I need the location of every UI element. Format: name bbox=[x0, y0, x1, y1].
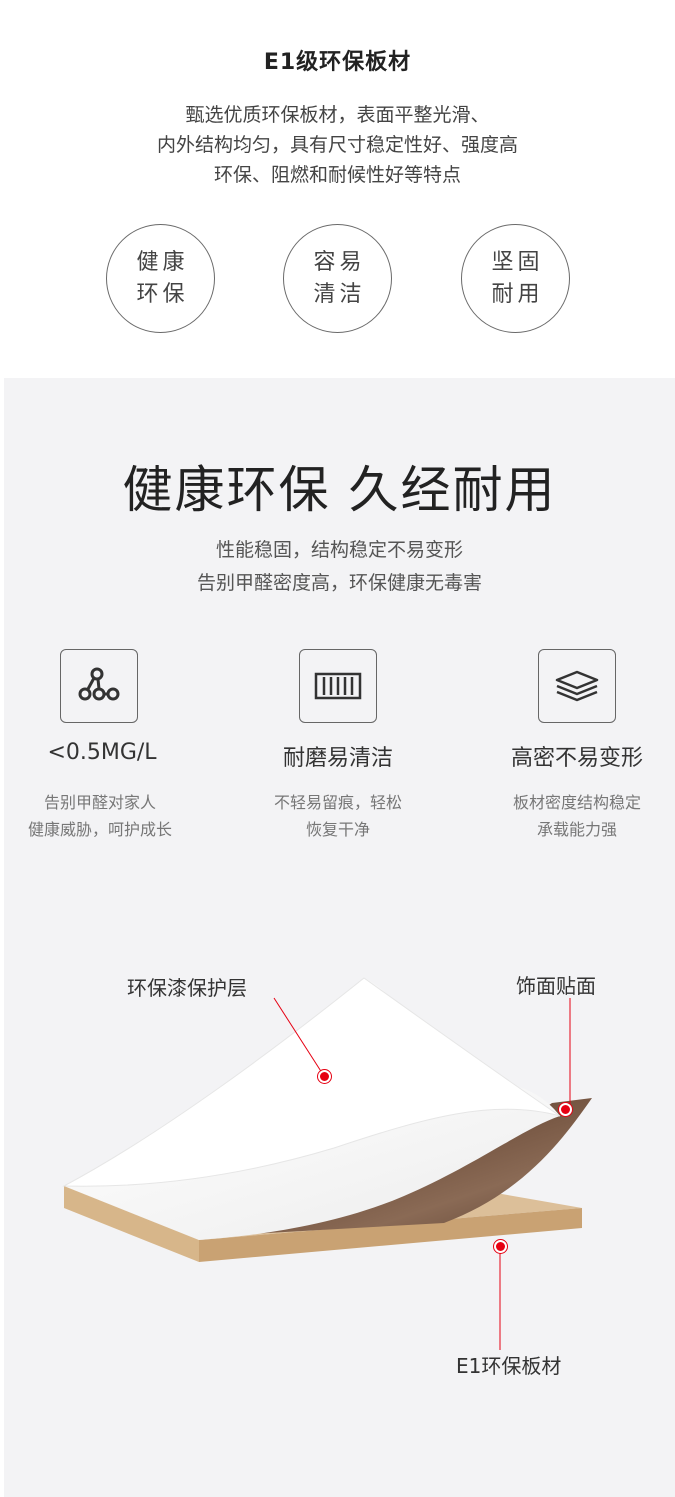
molecule-icon bbox=[78, 667, 120, 701]
lacquer-label: 环保漆保护层 bbox=[127, 976, 247, 1000]
circle-badge-clean: 容易 清洁 bbox=[283, 224, 392, 333]
description-line: 性能稳固，结构稳定不易变形 bbox=[215, 539, 463, 561]
feature-description: 板材密度结构稳定 承载能力强 bbox=[467, 789, 675, 843]
description-line: 环保、阻燃和耐候性好等特点 bbox=[213, 164, 461, 186]
feature-description: 不轻易留痕，轻松 恢复干净 bbox=[228, 789, 448, 843]
feature-title: 高密不易变形 bbox=[510, 746, 643, 771]
main-description: 性能稳固，结构稳定不易变形 告别甲醛密度高，环保健康无毒害 bbox=[4, 534, 675, 600]
molecule-icon-box bbox=[60, 649, 138, 723]
badge-text: 清洁 bbox=[313, 281, 366, 307]
section-description: 甄选优质环保板材，表面平整光滑、 内外结构均匀，具有尺寸稳定性好、强度高 环保、… bbox=[0, 100, 675, 190]
main-title: 健康环保 久经耐用 bbox=[122, 461, 557, 519]
badge-text: 容易 bbox=[313, 249, 366, 275]
circle-badge-durable: 坚固 耐用 bbox=[461, 224, 570, 333]
feature-desc-line: 健康威胁，呵护成长 bbox=[27, 820, 172, 839]
top-section: E1级环保板材 甄选优质环保板材，表面平整光滑、 内外结构均匀，具有尺寸稳定性好… bbox=[0, 0, 675, 378]
layers-icon bbox=[555, 670, 599, 702]
board-layer-diagram: 环保漆保护层 饰面贴面 E1环保板材 bbox=[4, 938, 675, 1478]
board-illustration bbox=[62, 977, 592, 1350]
feature-description: 告别甲醛对家人 健康威胁，呵护成长 bbox=[0, 789, 210, 843]
section-title: E1级环保板材 bbox=[263, 50, 412, 75]
description-line: 告别甲醛密度高，环保健康无毒害 bbox=[196, 572, 482, 594]
description-line: 甄选优质环保板材，表面平整光滑、 bbox=[185, 104, 490, 126]
veneer-label: 饰面贴面 bbox=[516, 974, 596, 998]
feature-desc-line: 恢复干净 bbox=[305, 820, 370, 839]
badge-text: 坚固 bbox=[491, 249, 544, 275]
layers-icon-box bbox=[538, 649, 616, 723]
feature-desc-line: 板材密度结构稳定 bbox=[512, 793, 641, 812]
badge-text: 健康 bbox=[136, 249, 189, 275]
board-label: E1环保板材 bbox=[456, 1354, 562, 1378]
circle-badge-health: 健康 环保 bbox=[106, 224, 215, 333]
lacquer-marker bbox=[318, 1070, 331, 1083]
board-grid-icon bbox=[314, 672, 362, 700]
feature-title: <0.5MG/L bbox=[47, 740, 157, 765]
badge-text: 耐用 bbox=[491, 281, 544, 307]
feature-desc-line: 告别甲醛对家人 bbox=[43, 793, 156, 812]
description-line: 内外结构均匀，具有尺寸稳定性好、强度高 bbox=[156, 134, 518, 156]
board-grid-icon-box bbox=[299, 649, 377, 723]
veneer-marker bbox=[559, 1103, 572, 1116]
board-marker bbox=[494, 1240, 507, 1253]
feature-desc-line: 不轻易留痕，轻松 bbox=[273, 793, 402, 812]
feature-title: 耐磨易清洁 bbox=[282, 746, 393, 771]
feature-desc-line: 承载能力强 bbox=[536, 820, 617, 839]
feature-section: 健康环保 久经耐用 性能稳固，结构稳定不易变形 告别甲醛密度高，环保健康无毒害 … bbox=[4, 378, 675, 1497]
badge-text: 环保 bbox=[136, 281, 189, 307]
